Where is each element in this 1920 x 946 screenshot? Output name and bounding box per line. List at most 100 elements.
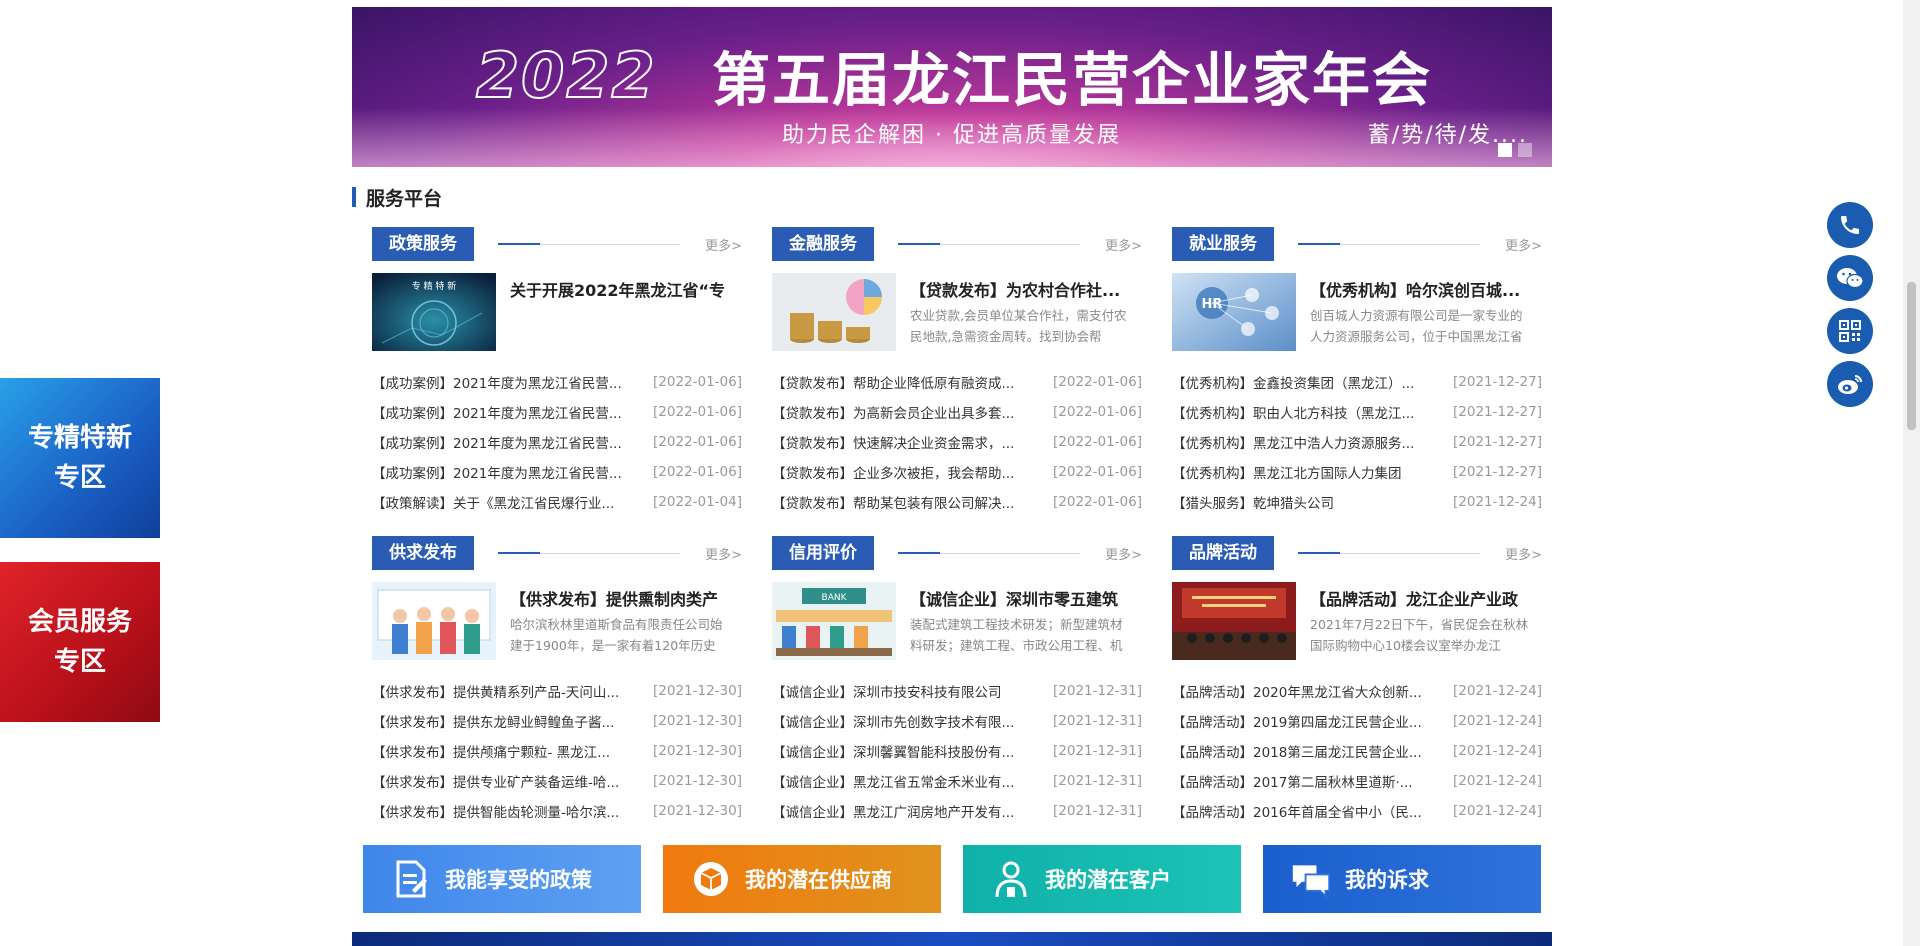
more-link[interactable]: 更多> xyxy=(705,235,742,254)
list-item-title[interactable]: 【品牌活动】2019第四届龙江民营企业... xyxy=(1172,711,1453,731)
list-item[interactable]: 【政策解读】关于《黑龙江省民爆行业... [2022-01-04] xyxy=(372,487,742,517)
list-item[interactable]: 【品牌活动】2020年黑龙江省大众创新... [2021-12-24] xyxy=(1172,676,1542,706)
list-item[interactable]: 【供求发布】提供东龙鲟业鲟鳇鱼子酱... [2021-12-30] xyxy=(372,706,742,736)
more-link[interactable]: 更多> xyxy=(1105,544,1142,563)
featured-thumbnail[interactable] xyxy=(1172,582,1296,660)
panel-tag[interactable]: 信用评价 xyxy=(772,536,874,570)
featured-article[interactable]: 【供求发布】提供熏制肉类产 哈尔滨秋林里道斯食品有限责任公司始建于1900年，是… xyxy=(372,582,742,660)
list-item-title[interactable]: 【诚信企业】深圳市先创数字技术有限... xyxy=(772,711,1053,731)
list-item[interactable]: 【贷款发布】帮助某包装有限公司解决... [2022-01-06] xyxy=(772,487,1142,517)
banner-dot-1[interactable] xyxy=(1498,143,1512,157)
list-item[interactable]: 【诚信企业】深圳市先创数字技术有限... [2021-12-31] xyxy=(772,706,1142,736)
list-item-title[interactable]: 【成功案例】2021年度为黑龙江省民营... xyxy=(372,402,653,422)
featured-article[interactable]: BANK 【诚信企业】深圳市零五建筑 装配式建筑工程技术研发；新型建筑材料研发；… xyxy=(772,582,1142,660)
event-banner[interactable]: 2022 第五届龙江民营企业家年会 助力民企解困 · 促进高质量发展 蓄/势/待… xyxy=(352,7,1552,167)
scrollbar-thumb[interactable] xyxy=(1907,282,1916,430)
panel-tag[interactable]: 供求发布 xyxy=(372,536,474,570)
list-item-title[interactable]: 【诚信企业】深圳市技安科技有限公司 xyxy=(772,681,1053,701)
list-item[interactable]: 【贷款发布】帮助企业降低原有融资成... [2022-01-06] xyxy=(772,367,1142,397)
member-service-tile[interactable]: 会员服务 专区 xyxy=(0,562,160,722)
my-suppliers-button[interactable]: 我的潜在供应商 xyxy=(663,845,941,913)
my-customers-button[interactable]: 我的潜在客户 xyxy=(963,845,1241,913)
list-item[interactable]: 【成功案例】2021年度为黑龙江省民营... [2022-01-06] xyxy=(372,367,742,397)
list-item-title[interactable]: 【优秀机构】职由人北方科技（黑龙江... xyxy=(1172,402,1453,422)
featured-title[interactable]: 【品牌活动】龙江企业产业政 xyxy=(1310,586,1532,610)
panel-tag[interactable]: 就业服务 xyxy=(1172,227,1274,261)
list-item-title[interactable]: 【诚信企业】黑龙江省五常金禾米业有... xyxy=(772,771,1053,791)
list-item[interactable]: 【贷款发布】快速解决企业资金需求，... [2022-01-06] xyxy=(772,427,1142,457)
featured-title[interactable]: 【诚信企业】深圳市零五建筑 xyxy=(910,586,1132,610)
more-link[interactable]: 更多> xyxy=(1505,235,1542,254)
list-item[interactable]: 【诚信企业】黑龙江广润房地产开发有... [2021-12-31] xyxy=(772,796,1142,826)
list-item[interactable]: 【优秀机构】职由人北方科技（黑龙江... [2021-12-27] xyxy=(1172,397,1542,427)
list-item[interactable]: 【供求发布】提供颅痛宁颗粒- 黑龙江... [2021-12-30] xyxy=(372,736,742,766)
page-scrollbar[interactable] xyxy=(1903,0,1920,946)
featured-thumbnail[interactable]: BANK xyxy=(772,582,896,660)
list-item-title[interactable]: 【诚信企业】深圳馨翼智能科技股份有... xyxy=(772,741,1053,761)
featured-article[interactable]: HR 【优秀机构】哈尔滨创百城... 创百城人力资源有限公司是一家专业的人力资源… xyxy=(1172,273,1542,351)
list-item[interactable]: 【品牌活动】2016年首届全省中小（民... [2021-12-24] xyxy=(1172,796,1542,826)
list-item[interactable]: 【诚信企业】黑龙江省五常金禾米业有... [2021-12-31] xyxy=(772,766,1142,796)
list-item-title[interactable]: 【优秀机构】金鑫投资集团（黑龙江）... xyxy=(1172,372,1453,392)
featured-article[interactable]: 专 精 特 新 关于开展2022年黑龙江省“专 xyxy=(372,273,742,351)
panel-tag[interactable]: 政策服务 xyxy=(372,227,474,261)
list-item-title[interactable]: 【供求发布】提供东龙鲟业鲟鳇鱼子酱... xyxy=(372,711,653,731)
list-item-title[interactable]: 【供求发布】提供黄精系列产品-天问山... xyxy=(372,681,653,701)
phone-icon[interactable] xyxy=(1827,202,1873,248)
list-item[interactable]: 【品牌活动】2018第三届龙江民营企业... [2021-12-24] xyxy=(1172,736,1542,766)
list-item-title[interactable]: 【贷款发布】企业多次被拒，我会帮助... xyxy=(772,462,1053,482)
list-item-title[interactable]: 【品牌活动】2020年黑龙江省大众创新... xyxy=(1172,681,1453,701)
list-item[interactable]: 【成功案例】2021年度为黑龙江省民营... [2022-01-06] xyxy=(372,457,742,487)
list-item[interactable]: 【诚信企业】深圳馨翼智能科技股份有... [2021-12-31] xyxy=(772,736,1142,766)
featured-title[interactable]: 【贷款发布】为农村合作社... xyxy=(910,277,1132,301)
list-item-title[interactable]: 【成功案例】2021年度为黑龙江省民营... xyxy=(372,432,653,452)
list-item[interactable]: 【供求发布】提供智能齿轮测量-哈尔滨... [2021-12-30] xyxy=(372,796,742,826)
list-item[interactable]: 【诚信企业】深圳市技安科技有限公司 [2021-12-31] xyxy=(772,676,1142,706)
featured-thumbnail[interactable] xyxy=(772,273,896,351)
list-item[interactable]: 【供求发布】提供黄精系列产品-天问山... [2021-12-30] xyxy=(372,676,742,706)
list-item-title[interactable]: 【品牌活动】2017第二届秋林里道斯·... xyxy=(1172,771,1453,791)
list-item[interactable]: 【优秀机构】黑龙江中浩人力资源服务... [2021-12-27] xyxy=(1172,427,1542,457)
list-item-title[interactable]: 【贷款发布】帮助某包装有限公司解决... xyxy=(772,492,1053,512)
featured-thumbnail[interactable]: 专 精 特 新 xyxy=(372,273,496,351)
list-item-title[interactable]: 【成功案例】2021年度为黑龙江省民营... xyxy=(372,462,653,482)
list-item-title[interactable]: 【猎头服务】乾坤猎头公司 xyxy=(1172,492,1453,512)
my-policies-button[interactable]: 我能享受的政策 xyxy=(363,845,641,913)
panel-tag[interactable]: 金融服务 xyxy=(772,227,874,261)
list-item-title[interactable]: 【优秀机构】黑龙江北方国际人力集团 xyxy=(1172,462,1453,482)
featured-title[interactable]: 【供求发布】提供熏制肉类产 xyxy=(510,586,732,610)
more-link[interactable]: 更多> xyxy=(705,544,742,563)
list-item[interactable]: 【贷款发布】为高新会员企业出具多套... [2022-01-06] xyxy=(772,397,1142,427)
list-item-title[interactable]: 【贷款发布】快速解决企业资金需求，... xyxy=(772,432,1053,452)
list-item-title[interactable]: 【品牌活动】2018第三届龙江民营企业... xyxy=(1172,741,1453,761)
featured-thumbnail[interactable] xyxy=(372,582,496,660)
panel-tag[interactable]: 品牌活动 xyxy=(1172,536,1274,570)
list-item[interactable]: 【猎头服务】乾坤猎头公司 [2021-12-24] xyxy=(1172,487,1542,517)
featured-article[interactable]: 【品牌活动】龙江企业产业政 2021年7月22日下午，省民促会在秋林国际购物中心… xyxy=(1172,582,1542,660)
list-item-title[interactable]: 【诚信企业】黑龙江广润房地产开发有... xyxy=(772,801,1053,821)
list-item-title[interactable]: 【优秀机构】黑龙江中浩人力资源服务... xyxy=(1172,432,1453,452)
banner-dot-2[interactable] xyxy=(1518,143,1532,157)
list-item[interactable]: 【贷款发布】企业多次被拒，我会帮助... [2022-01-06] xyxy=(772,457,1142,487)
list-item-title[interactable]: 【贷款发布】为高新会员企业出具多套... xyxy=(772,402,1053,422)
more-link[interactable]: 更多> xyxy=(1105,235,1142,254)
qrcode-icon[interactable] xyxy=(1827,308,1873,354)
zhuanjing-zone-tile[interactable]: 专精特新 专区 xyxy=(0,378,160,538)
list-item-title[interactable]: 【供求发布】提供颅痛宁颗粒- 黑龙江... xyxy=(372,741,653,761)
list-item[interactable]: 【品牌活动】2019第四届龙江民营企业... [2021-12-24] xyxy=(1172,706,1542,736)
weibo-icon[interactable] xyxy=(1827,361,1873,407)
featured-thumbnail[interactable]: HR xyxy=(1172,273,1296,351)
featured-title[interactable]: 关于开展2022年黑龙江省“专 xyxy=(510,277,732,301)
featured-article[interactable]: 【贷款发布】为农村合作社... 农业贷款,会员单位某合作社，需支付农民地款,急需… xyxy=(772,273,1142,351)
list-item[interactable]: 【品牌活动】2017第二届秋林里道斯·... [2021-12-24] xyxy=(1172,766,1542,796)
list-item[interactable]: 【供求发布】提供专业矿产装备运维-哈... [2021-12-30] xyxy=(372,766,742,796)
list-item-title[interactable]: 【供求发布】提供专业矿产装备运维-哈... xyxy=(372,771,653,791)
list-item[interactable]: 【优秀机构】黑龙江北方国际人力集团 [2021-12-27] xyxy=(1172,457,1542,487)
list-item-title[interactable]: 【政策解读】关于《黑龙江省民爆行业... xyxy=(372,492,653,512)
list-item[interactable]: 【优秀机构】金鑫投资集团（黑龙江）... [2021-12-27] xyxy=(1172,367,1542,397)
list-item-title[interactable]: 【供求发布】提供智能齿轮测量-哈尔滨... xyxy=(372,801,653,821)
list-item-title[interactable]: 【品牌活动】2016年首届全省中小（民... xyxy=(1172,801,1453,821)
list-item[interactable]: 【成功案例】2021年度为黑龙江省民营... [2022-01-06] xyxy=(372,427,742,457)
list-item-title[interactable]: 【成功案例】2021年度为黑龙江省民营... xyxy=(372,372,653,392)
more-link[interactable]: 更多> xyxy=(1505,544,1542,563)
